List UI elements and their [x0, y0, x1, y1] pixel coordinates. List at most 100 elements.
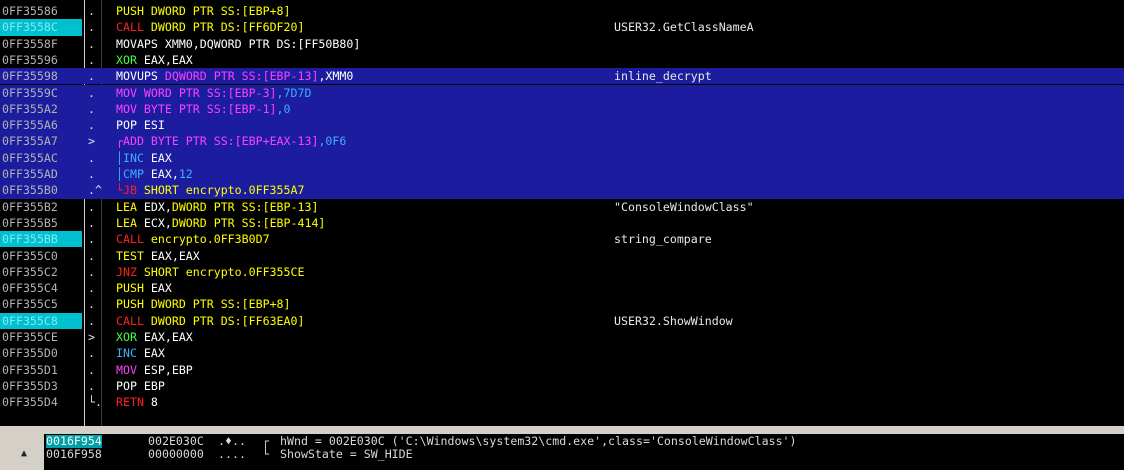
instruction-token: DWORD PTR SS:[EBP+8]: [150, 4, 291, 18]
instruction-comment: "ConsoleWindowClass": [614, 199, 754, 214]
instruction-text: └JB SHORT encrypto.0FF355A7: [116, 182, 304, 198]
instruction-token: EAX,EAX: [143, 330, 193, 344]
disasm-row[interactable]: 0FF355B2. LEA EDX,DWORD PTR SS:[EBP-13] "C…: [0, 199, 1124, 215]
instruction-token: CALL: [116, 232, 151, 247]
jump-marker: >: [88, 134, 95, 149]
stack-list[interactable]: 0016F954 002E030C .♦.. ┌ hWnd = 002E030C ('C…: [44, 434, 1124, 470]
disasm-row[interactable]: 0FF355D0. INC EAX: [0, 345, 1124, 361]
instruction-token: EAX,EAX: [143, 52, 193, 67]
instruction-token: SHORT encrypto.0FF355CE: [143, 264, 305, 279]
instruction-address: 0FF355B0: [2, 183, 58, 198]
disasm-row[interactable]: 0FF355A2. MOV BYTE PTR SS:[EBP-1],0: [0, 100, 1124, 118]
instruction-text: MOVAPS XMM0,DQWORD PTR DS:[FF50B80]: [116, 36, 360, 52]
jump-marker: .: [88, 36, 95, 51]
disasm-row[interactable]: 0FF355C5. PUSH DWORD PTR SS:[EBP+8]: [0, 296, 1124, 312]
disasm-row[interactable]: 0FF355B0 .^ └JB SHORT encrypto.0FF355A7: [0, 182, 1124, 199]
instruction-token: ESP,EBP: [143, 362, 193, 377]
instruction-token: BYTE PTR SS:[EBP+EAX-13]: [150, 134, 319, 149]
jump-marker: >: [88, 330, 95, 344]
instruction-text: XOR EAX,EAX: [116, 329, 193, 345]
jump-marker: .^: [88, 183, 102, 198]
instruction-token: DWORD PTR SS:[EBP-414]: [171, 215, 326, 230]
instruction-token: │CMP: [116, 167, 151, 181]
instruction-address: 0FF35596: [2, 52, 58, 67]
disasm-row[interactable]: 0FF355CE > XOR EAX,EAX: [0, 329, 1124, 345]
disasm-row[interactable]: 0FF355A6. POP ESI: [0, 117, 1124, 134]
disasm-row[interactable]: 0FF355B5. LEA ECX,DWORD PTR SS:[EBP-414]: [0, 215, 1124, 231]
disasm-row[interactable]: 0FF355D1. MOV ESP,EBP: [0, 362, 1124, 378]
instruction-address: 0FF355A2: [2, 101, 58, 116]
instruction-token: PUSH: [116, 297, 151, 312]
jump-marker: .: [88, 52, 95, 67]
disasm-row[interactable]: 0FF35598. MOVUPS DQWORD PTR SS:[EBP-13],X…: [0, 68, 1124, 85]
instruction-text: PUSH DWORD PTR SS:[EBP+8]: [116, 296, 291, 312]
stack-address: 0016F958: [46, 447, 102, 461]
instruction-comment: string_compare: [614, 232, 712, 247]
instruction-token: DWORD PTR SS:[EBP+8]: [150, 297, 291, 312]
disasm-row[interactable]: 0FF35596. XOR EAX,EAX: [0, 52, 1124, 68]
jump-marker: └.: [88, 395, 102, 410]
instruction-text: CALL DWORD PTR DS:[FF63EA0]: [116, 313, 304, 329]
disassembly-pane[interactable]: 0FF35586. PUSH DWORD PTR SS:[EBP+8] 0FF355…: [0, 0, 1124, 426]
instruction-text: ┌ADD BYTE PTR SS:[EBP+EAX-13],0F6: [116, 133, 346, 149]
disasm-row[interactable]: 0FF355C0. TEST EAX,EAX: [0, 248, 1124, 264]
instruction-token: DWORD PTR DS:[FF6DF20]: [150, 20, 305, 35]
instruction-token: POP: [116, 118, 144, 133]
disasm-row[interactable]: 0FF3558F. MOVAPS XMM0,DQWORD PTR DS:[FF50…: [0, 36, 1124, 52]
stack-row[interactable]: 0016F954 002E030C .♦.. ┌ hWnd = 002E030C ('C…: [44, 435, 1124, 448]
jump-marker: .: [88, 4, 95, 18]
instruction-address: 0FF3558C: [0, 19, 82, 36]
instruction-text: POP ESI: [116, 117, 165, 133]
disasm-row[interactable]: 0FF355D3. POP EBP: [0, 378, 1124, 394]
instruction-token: CALL: [116, 20, 151, 35]
instruction-token: XOR: [116, 330, 144, 344]
instruction-token: PUSH: [116, 4, 151, 18]
instruction-address: 0FF3558F: [2, 36, 58, 51]
instruction-comment: inline_decrypt: [614, 69, 712, 84]
instruction-address: 0FF355BB: [0, 231, 82, 248]
instruction-address: 0FF355C4: [2, 281, 58, 296]
instruction-token: encrypto.0FF3B0D7: [150, 232, 270, 247]
instruction-address: 0FF355B2: [2, 199, 58, 214]
disasm-row[interactable]: 0FF355C4. PUSH EAX: [0, 280, 1124, 296]
instruction-token: SHORT encrypto.0FF355A7: [143, 183, 305, 198]
instruction-address: 0FF35598: [2, 69, 58, 84]
disasm-row[interactable]: 0FF355AD. │CMP EAX,12: [0, 166, 1124, 183]
jump-marker: .: [88, 264, 95, 279]
jump-marker: .: [88, 20, 95, 35]
stack-row[interactable]: 0016F958 00000000.... └ ShowState = SW_HIDE: [44, 448, 1124, 461]
jump-marker: .: [88, 346, 95, 361]
jump-marker: .: [88, 313, 95, 328]
disasm-row[interactable]: 0FF35586. PUSH DWORD PTR SS:[EBP+8]: [0, 3, 1124, 19]
jump-marker: .: [88, 378, 95, 393]
instruction-address: 0FF355D3: [2, 378, 58, 393]
disasm-row[interactable]: 0FF3558C. CALL DWORD PTR DS:[FF6DF20] USER…: [0, 19, 1124, 36]
instruction-token: EAX,EAX: [150, 248, 200, 263]
stack-ascii: ....: [218, 447, 246, 461]
instruction-token: PUSH: [116, 281, 151, 296]
instruction-token: MOVUPS: [116, 69, 165, 84]
instruction-comment: USER32.ShowWindow: [614, 313, 733, 328]
disasm-row[interactable]: 0FF355A7 > ┌ADD BYTE PTR SS:[EBP+EAX-13],0…: [0, 133, 1124, 150]
jump-marker: .: [88, 281, 95, 296]
instruction-token: INC: [116, 346, 144, 361]
disasm-row[interactable]: 0FF355C8. CALL DWORD PTR DS:[FF63EA0] USER…: [0, 312, 1124, 329]
stack-comment: ShowState = SW_HIDE: [280, 447, 413, 461]
instruction-text: LEA ECX,DWORD PTR SS:[EBP-414]: [116, 215, 325, 231]
disasm-row[interactable]: 0FF355AC. │INC EAX: [0, 149, 1124, 166]
instruction-address: 0FF355D1: [2, 362, 58, 377]
jump-marker: .: [88, 362, 95, 377]
instruction-address: 0FF355C0: [2, 248, 58, 263]
disasm-row[interactable]: 0FF3559C. MOV WORD PTR SS:[EBP-3],7D7D: [0, 84, 1124, 101]
instruction-token: WORD PTR SS:[EBP-3]: [143, 85, 277, 100]
stack-pane[interactable]: ▲ 0016F954 002E030C .♦.. ┌ hWnd = 002E030C (…: [0, 426, 1124, 470]
instruction-text: CALL DWORD PTR DS:[FF6DF20]: [116, 19, 304, 35]
scroll-up-arrow-icon[interactable]: ▲: [14, 444, 34, 464]
instruction-token: EAX,: [150, 167, 179, 181]
instruction-text: TEST EAX,EAX: [116, 248, 200, 264]
instruction-token: RETN: [116, 395, 151, 410]
instruction-token: DQWORD PTR SS:[EBP-13]: [164, 69, 319, 84]
disasm-row[interactable]: 0FF355BB. CALL encrypto.0FF3B0D7 string_co…: [0, 231, 1124, 248]
disasm-row[interactable]: 0FF355D4 └. RETN 8: [0, 394, 1124, 410]
disasm-row[interactable]: 0FF355C2. JNZ SHORT encrypto.0FF355CE: [0, 264, 1124, 280]
